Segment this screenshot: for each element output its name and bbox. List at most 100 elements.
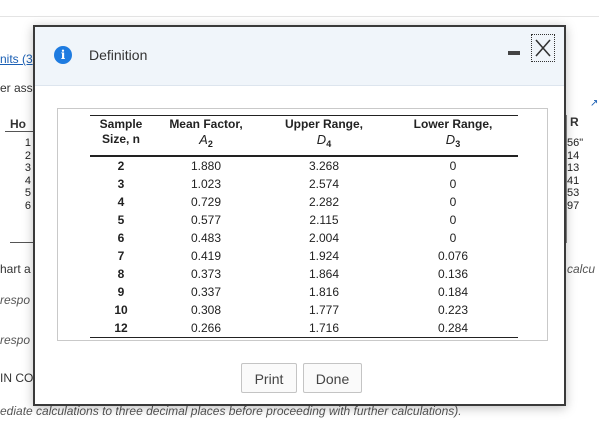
- cell-sample-size: 5: [117, 213, 125, 227]
- header-lower-range: Lower Range,: [388, 115, 518, 132]
- bg-row-number: 1: [24, 137, 31, 149]
- table-row: 5 0.577 2.115 0: [90, 211, 518, 229]
- control-chart-factors-panel: Sample Mean Factor, Upper Range, Lower R…: [57, 108, 548, 341]
- cell-sample-size: 4: [117, 195, 125, 209]
- cell-d3: 0.184: [437, 285, 469, 299]
- header-d4-symbol: D4: [260, 132, 388, 157]
- cell-d4: 2.115: [309, 213, 339, 227]
- response-fragment-2: respo: [0, 333, 31, 347]
- cell-d3: 0: [449, 177, 457, 191]
- bg-table-right-column: 56" 14 13 41 53 97: [567, 137, 599, 212]
- header-sample-size: Sample: [90, 115, 152, 132]
- cell-sample-size: 9: [117, 285, 125, 299]
- page-top-divider: [0, 16, 599, 17]
- dialog-title: Definition: [89, 47, 148, 63]
- cell-d3: 0: [449, 195, 457, 209]
- cell-sample-size: 12: [90, 319, 152, 338]
- table-row: 2 1.880 3.268 0: [90, 156, 518, 175]
- cell-d4: 1.924: [308, 249, 340, 263]
- close-button[interactable]: [531, 34, 555, 62]
- cell-d3: 0: [449, 213, 457, 227]
- cell-d4: 2.574: [308, 177, 340, 191]
- cell-a2: 1.023: [190, 177, 222, 191]
- close-icon: [535, 39, 551, 57]
- table-header-row: Sample Mean Factor, Upper Range, Lower R…: [90, 115, 518, 132]
- control-chart-factors-table: Sample Mean Factor, Upper Range, Lower R…: [90, 115, 518, 338]
- table-row: 6 0.483 2.004 0: [90, 229, 518, 247]
- chart-fragment: hart a: [0, 262, 31, 276]
- response-fragment-1: respo: [0, 293, 31, 307]
- cell-a2: 1.880: [190, 159, 222, 173]
- cell-a2: 0.577: [190, 213, 222, 227]
- cell-d4: 2.004: [308, 231, 340, 245]
- cell-sample-size: 7: [117, 249, 125, 263]
- bg-row-number: 6: [24, 199, 31, 212]
- cell-d4: 1.864: [308, 267, 340, 281]
- header-mean-factor: Mean Factor,: [152, 115, 260, 132]
- cell-sample-size: 3: [117, 177, 125, 191]
- bg-table-rule: [5, 131, 33, 132]
- table-header-row: Size, n A2 D4 D3: [90, 132, 518, 157]
- bg-row-number: 5: [24, 187, 31, 199]
- header-a2-symbol: A2: [152, 132, 260, 157]
- table-row: 7 0.419 1.924 0.076: [90, 247, 518, 265]
- minimize-icon: [508, 51, 520, 55]
- done-button[interactable]: Done: [303, 363, 362, 393]
- info-icon: i: [54, 46, 72, 64]
- header-upper-range: Upper Range,: [260, 115, 388, 132]
- cell-a2: 0.729: [190, 195, 222, 209]
- cell-a2: 0.337: [190, 285, 222, 299]
- bg-range-value: 56": [567, 137, 584, 149]
- instruction-fragment: er ass: [0, 81, 33, 95]
- cell-d4: 1.716: [260, 319, 388, 338]
- bg-range-value: 13: [567, 162, 580, 174]
- bg-row-number: 3: [24, 162, 31, 174]
- cell-a2: 0.308: [190, 303, 222, 317]
- units-link[interactable]: nits (3: [0, 52, 33, 66]
- bg-table-left-column: 1 2 3 4 5 6: [0, 137, 34, 212]
- table-row: 3 1.023 2.574 0: [90, 175, 518, 193]
- minimize-button[interactable]: [505, 43, 523, 61]
- cell-d4: 2.282: [308, 195, 340, 209]
- rounding-instruction: ediate calculations to three decimal pla…: [0, 404, 462, 418]
- table-header-range: R: [570, 115, 579, 129]
- table-row: 4 0.729 2.282 0: [90, 193, 518, 211]
- bg-range-value: 41: [567, 174, 580, 187]
- cell-sample-size: 2: [117, 159, 125, 173]
- cell-sample-size: 6: [117, 231, 125, 245]
- definition-dialog: i Definition Sample Mean Factor, Upper R…: [33, 25, 566, 406]
- header-sample-size-line2: Size, n: [90, 132, 152, 157]
- table-row: 10 0.308 1.777 0.223: [90, 301, 518, 319]
- cell-d3: 0: [449, 159, 457, 173]
- cell-d3: 0.284: [388, 319, 518, 338]
- bg-row-number: 2: [24, 149, 31, 162]
- cell-d3: 0: [449, 231, 457, 245]
- cell-a2: 0.419: [190, 249, 222, 263]
- cell-d3: 0.223: [437, 303, 469, 317]
- table-row: 9 0.337 1.816 0.184: [90, 283, 518, 301]
- calculation-fragment: calcu: [567, 262, 596, 276]
- cell-d4: 1.816: [308, 285, 340, 299]
- bg-range-value: 14: [567, 149, 580, 162]
- cell-sample-size: 8: [117, 267, 125, 281]
- dialog-header: i Definition: [35, 27, 564, 86]
- bg-range-value: 53: [567, 187, 580, 199]
- table-row: 12 0.266 1.716 0.284: [90, 319, 518, 338]
- bg-range-value: 97: [567, 199, 580, 212]
- cell-a2: 0.483: [190, 231, 222, 245]
- bg-row-number: 4: [24, 174, 31, 187]
- cell-sample-size: 10: [114, 303, 128, 317]
- cell-a2: 0.266: [152, 319, 260, 338]
- table-header-hour: Ho: [10, 117, 26, 131]
- table-row: 8 0.373 1.864 0.136: [90, 265, 518, 283]
- bg-table-bottom-rule: [10, 242, 34, 243]
- cell-d3: 0.136: [437, 267, 469, 281]
- cell-d4: 3.268: [308, 159, 340, 173]
- section-fragment: IN CO: [0, 371, 34, 385]
- print-button[interactable]: Print: [241, 363, 297, 393]
- cell-a2: 0.373: [190, 267, 222, 281]
- cell-d3: 0.076: [437, 249, 469, 263]
- header-d3-symbol: D3: [388, 132, 518, 157]
- cell-d4: 1.777: [308, 303, 340, 317]
- expand-icon[interactable]: ↗: [590, 98, 598, 109]
